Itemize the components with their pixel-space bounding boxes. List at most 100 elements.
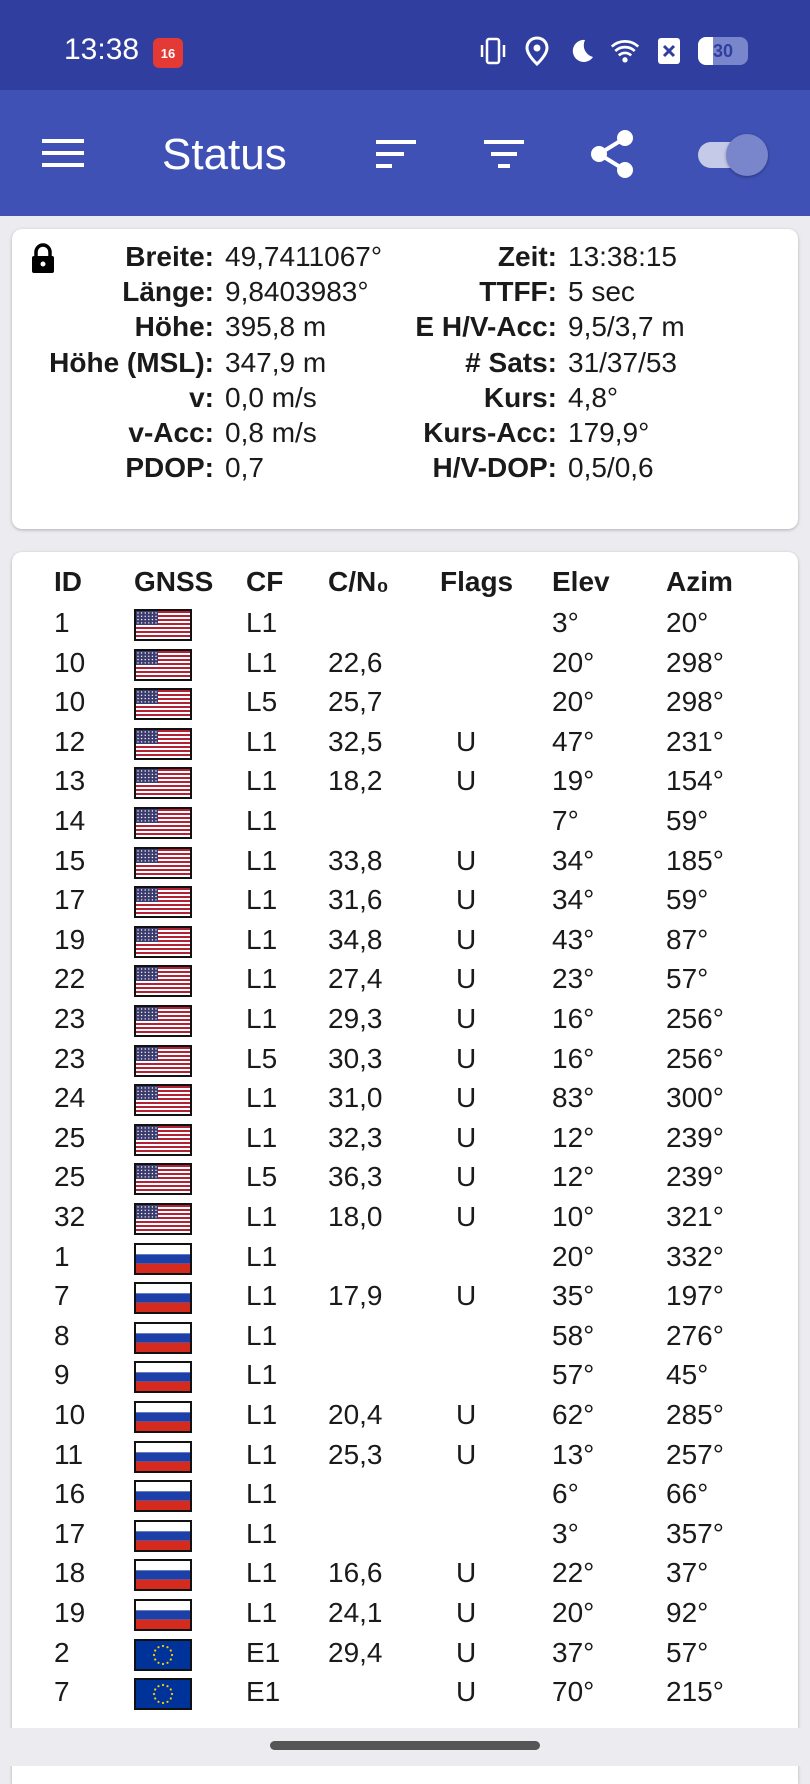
carrier-frequency: L1: [246, 1517, 278, 1549]
carrier-frequency: L1: [246, 1082, 278, 1114]
table-row[interactable]: 23 L1 29,3 U 16° 256°: [12, 1003, 798, 1043]
elevation-value: 70°: [552, 1676, 595, 1708]
carrier-frequency: L1: [246, 1280, 278, 1312]
carrier-frequency: L1: [246, 1399, 278, 1430]
azimuth-value: 215°: [666, 1676, 724, 1708]
table-row[interactable]: 9 L1 57° 45°: [12, 1359, 798, 1399]
header-cn0[interactable]: C/N₀: [328, 566, 389, 598]
table-row[interactable]: 17 L1 3° 357°: [12, 1518, 798, 1558]
eu-flag-icon: [134, 1678, 192, 1711]
info-label: Länge:: [122, 276, 214, 308]
carrier-frequency: L5: [246, 686, 278, 718]
do-not-disturb-moon-icon: [566, 36, 596, 66]
satellite-id: 23: [54, 1003, 86, 1034]
cn0-value: 22,6: [328, 646, 383, 678]
info-label: E H/V-Acc:: [415, 311, 557, 343]
satellite-id: 25: [54, 1161, 86, 1193]
share-icon[interactable]: [585, 126, 641, 182]
home-indicator[interactable]: [270, 1741, 540, 1750]
cn0-value: 30,3: [328, 1042, 383, 1074]
us-flag-icon: [134, 1084, 192, 1117]
filter-icon[interactable]: [480, 136, 528, 172]
table-row[interactable]: 15 L1 33,8 U 34° 185°: [12, 845, 798, 885]
info-label: Höhe (MSL):: [49, 346, 214, 378]
table-row[interactable]: 12 L1 32,5 U 47° 231°: [12, 726, 798, 766]
carrier-frequency: L1: [246, 607, 278, 638]
table-row[interactable]: 18 L1 16,6 U 22° 37°: [12, 1557, 798, 1597]
elevation-value: 23°: [552, 963, 595, 995]
flags-value: U: [456, 1676, 477, 1708]
ru-flag-icon: [134, 1480, 192, 1513]
table-row[interactable]: 1 L1 3° 20°: [12, 607, 798, 647]
table-row[interactable]: 10 L5 25,7 20° 298°: [12, 686, 798, 726]
azimuth-value: 20°: [666, 607, 709, 638]
satellite-id: 9: [54, 1359, 70, 1391]
azimuth-value: 332°: [666, 1240, 724, 1272]
elevation-value: 35°: [552, 1280, 595, 1312]
table-row[interactable]: 17 L1 31,6 U 34° 59°: [12, 884, 798, 924]
cn0-value: 18,2: [328, 765, 383, 797]
table-row[interactable]: 7 E1 U 70° 215°: [12, 1676, 798, 1716]
table-row[interactable]: 24 L1 31,0 U 83° 300°: [12, 1082, 798, 1122]
hamburger-menu-icon[interactable]: [40, 133, 86, 173]
elevation-value: 34°: [552, 884, 595, 916]
system-status-bar: 13:38 16 30: [0, 0, 810, 90]
table-row[interactable]: 13 L1 18,2 U 19° 154°: [12, 765, 798, 805]
carrier-frequency: L1: [246, 1438, 278, 1470]
table-row[interactable]: 25 L1 32,3 U 12° 239°: [12, 1122, 798, 1162]
table-row[interactable]: 8 L1 58° 276°: [12, 1320, 798, 1360]
ru-flag-icon: [134, 1440, 192, 1473]
azimuth-value: 66°: [666, 1478, 709, 1510]
flags-value: U: [456, 1201, 477, 1232]
azimuth-value: 285°: [666, 1399, 724, 1430]
table-row[interactable]: 16 L1 6° 66°: [12, 1478, 798, 1518]
elevation-value: 10°: [552, 1201, 595, 1232]
table-row[interactable]: 14 L1 7° 59°: [12, 805, 798, 845]
header-id[interactable]: ID: [54, 566, 82, 598]
elevation-value: 47°: [552, 725, 595, 757]
cn0-value: 36,3: [328, 1161, 383, 1193]
table-row[interactable]: 19 L1 24,1 U 20° 92°: [12, 1597, 798, 1637]
us-flag-icon: [134, 727, 192, 760]
gps-toggle-switch[interactable]: [694, 134, 768, 176]
table-row[interactable]: 2 E1 29,4 U 37° 57°: [12, 1637, 798, 1677]
azimuth-value: 57°: [666, 1636, 709, 1668]
azimuth-value: 298°: [666, 686, 724, 718]
satellite-id: 2: [54, 1636, 70, 1668]
header-flags[interactable]: Flags: [440, 566, 513, 598]
table-row[interactable]: 32 L1 18,0 U 10° 321°: [12, 1201, 798, 1241]
notification-badge: 16: [160, 45, 176, 61]
carrier-frequency: E1: [246, 1636, 281, 1668]
table-row[interactable]: 23 L5 30,3 U 16° 256°: [12, 1043, 798, 1083]
info-value: 347,9 m: [225, 346, 327, 378]
battery-percent: 30: [712, 40, 734, 61]
us-flag-icon: [134, 965, 192, 998]
info-label: Zeit:: [497, 241, 557, 272]
info-value: 49,7411067°: [225, 241, 383, 272]
info-row: v: 0,0 m/s Kurs: 4,8°: [12, 382, 798, 422]
table-row[interactable]: 10 L1 20,4 U 62° 285°: [12, 1399, 798, 1439]
table-row[interactable]: 1 L1 20° 332°: [12, 1241, 798, 1281]
flags-value: U: [456, 1161, 477, 1193]
table-row[interactable]: 11 L1 25,3 U 13° 257°: [12, 1439, 798, 1479]
sort-icon[interactable]: [372, 136, 420, 172]
table-row[interactable]: 25 L5 36,3 U 12° 239°: [12, 1161, 798, 1201]
table-row[interactable]: 10 L1 22,6 20° 298°: [12, 647, 798, 687]
table-row[interactable]: 22 L1 27,4 U 23° 57°: [12, 963, 798, 1003]
eu-flag-icon: [134, 1638, 192, 1671]
carrier-frequency: L1: [246, 1319, 278, 1351]
flags-value: U: [456, 1121, 477, 1153]
header-azim[interactable]: Azim: [666, 566, 733, 598]
header-gnss[interactable]: GNSS: [134, 566, 213, 598]
header-cf[interactable]: CF: [246, 566, 283, 598]
carrier-frequency: L1: [246, 1003, 278, 1034]
azimuth-value: 239°: [666, 1121, 724, 1153]
cn0-value: 32,5: [328, 725, 383, 757]
header-elev[interactable]: Elev: [552, 566, 610, 598]
table-row[interactable]: 19 L1 34,8 U 43° 87°: [12, 924, 798, 964]
info-value: 13:38:15: [568, 241, 677, 272]
cn0-value: 18,0: [328, 1201, 383, 1232]
elevation-value: 13°: [552, 1438, 595, 1470]
us-flag-icon: [134, 688, 192, 721]
table-row[interactable]: 7 L1 17,9 U 35° 197°: [12, 1280, 798, 1320]
